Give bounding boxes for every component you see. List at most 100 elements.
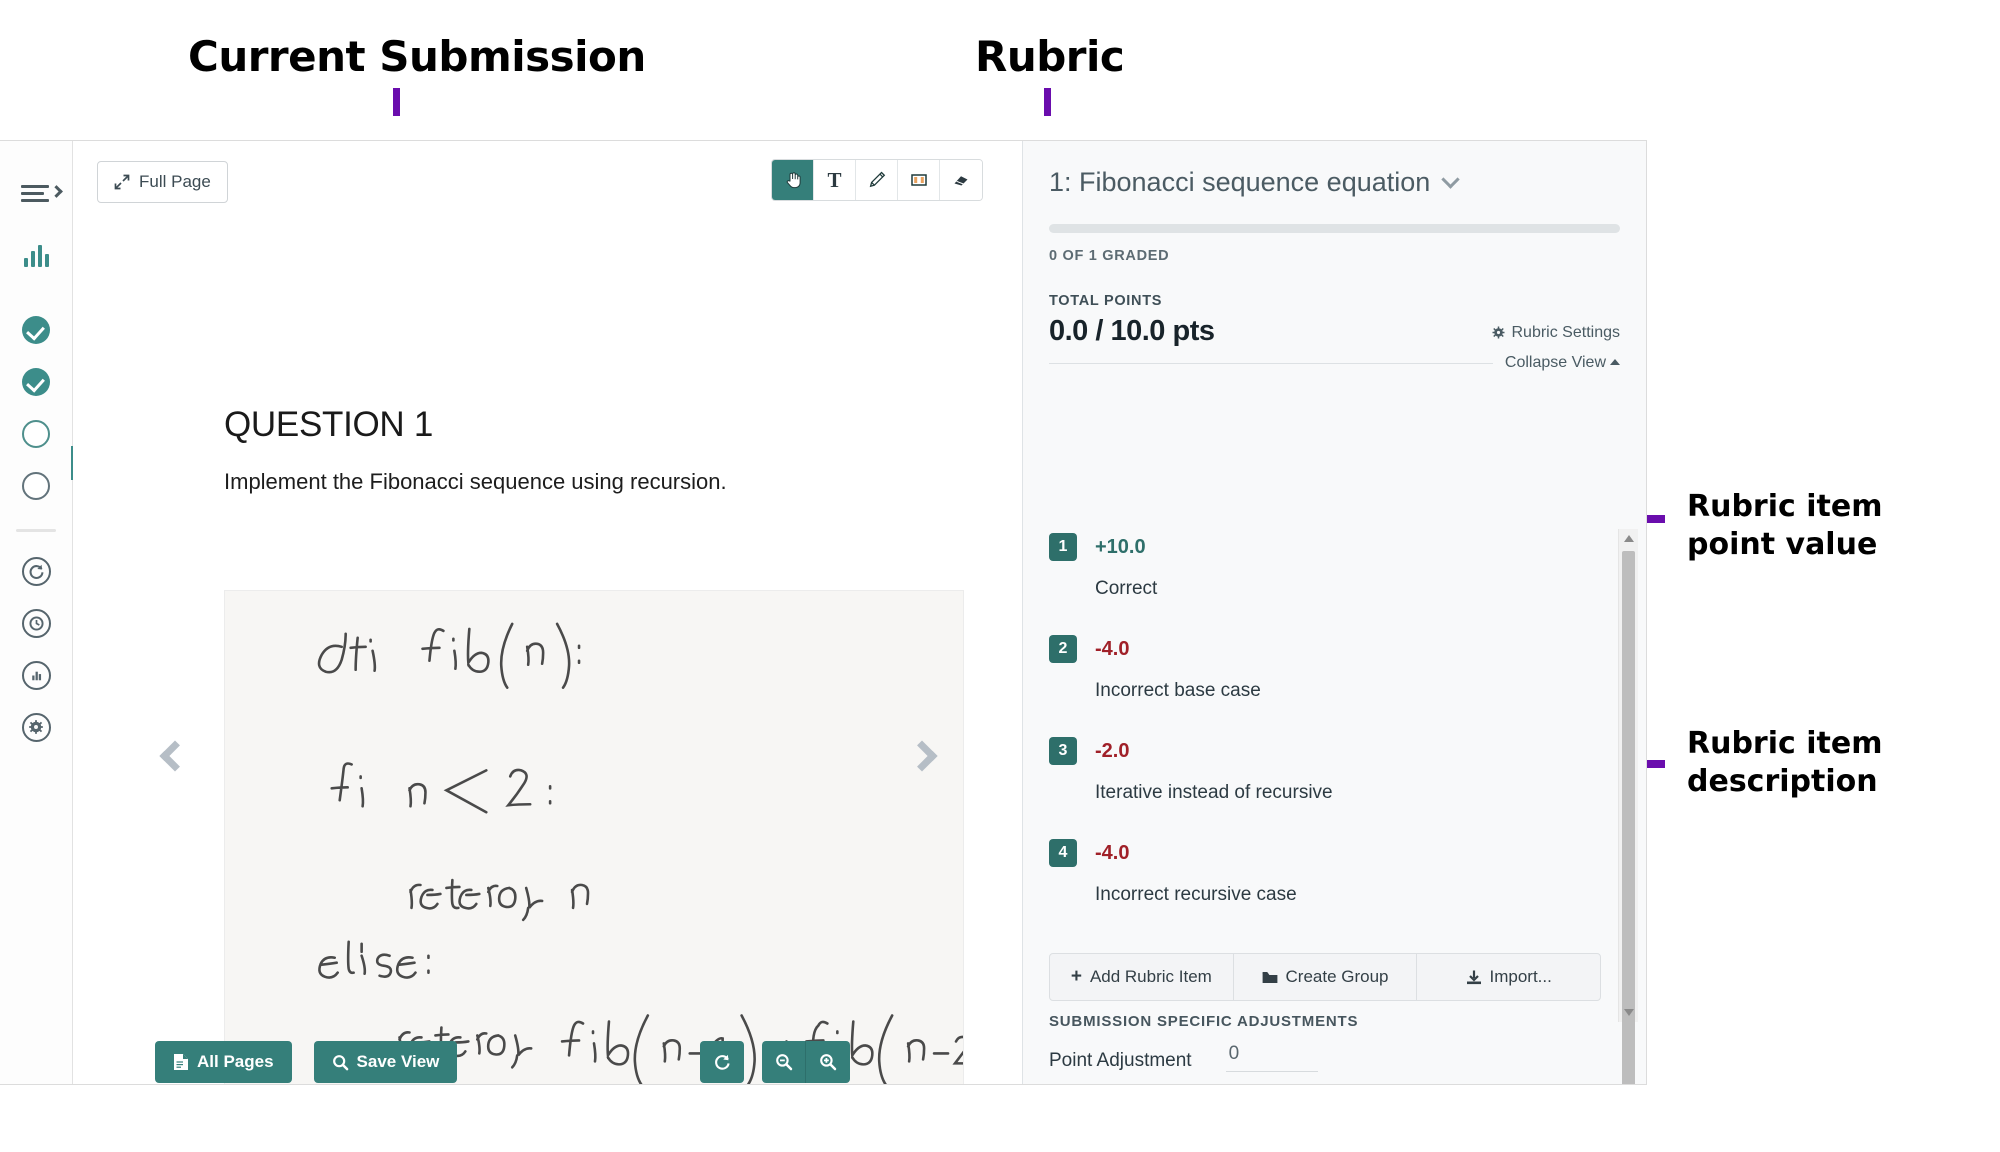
eraser-tool-button[interactable] [940, 160, 982, 200]
scrollbar-up-arrow-icon[interactable] [1624, 535, 1634, 542]
rubric-item-points: -2.0 [1095, 739, 1130, 762]
rubric-question-title: 1: Fibonacci sequence equation [1049, 167, 1431, 197]
statistics-icon[interactable] [13, 233, 59, 279]
text-tool-icon: T [827, 167, 842, 192]
rubric-item-index: 1 [1049, 533, 1077, 561]
rubric-item-description: Iterative instead of recursive [1095, 782, 1333, 803]
all-pages-button[interactable]: All Pages [155, 1041, 292, 1083]
rotate-button[interactable] [700, 1041, 744, 1083]
submission-adjustments-header: SUBMISSION SPECIFIC ADJUSTMENTS [1049, 1013, 1359, 1030]
rubric-item-description: Correct [1095, 578, 1158, 599]
rubric-item-index: 4 [1049, 839, 1077, 867]
next-page-chevron[interactable] [906, 731, 947, 785]
rubric-item[interactable]: 2 -4.0 Incorrect base case [1049, 635, 1620, 702]
callout-title-rubric: Rubric [975, 32, 1125, 81]
previous-page-chevron[interactable] [158, 731, 194, 785]
rubric-item[interactable]: 4 -4.0 Incorrect recursive case [1049, 839, 1620, 906]
viewer-left-actions: All Pages Save View [155, 1041, 458, 1083]
callout-tick-left [393, 88, 400, 116]
point-adjustment-label: Point Adjustment [1049, 1050, 1192, 1071]
import-rubric-label: Import... [1489, 967, 1552, 986]
gear-icon [1492, 326, 1504, 339]
rotate-icon [714, 1054, 730, 1070]
columns-icon [910, 174, 927, 186]
rubric-header: 1: Fibonacci sequence equation 0 OF 1 GR… [1023, 141, 1646, 372]
add-rubric-item-button[interactable]: + Add Rubric Item [1050, 954, 1234, 1000]
settings-gear-icon[interactable] [13, 704, 59, 750]
scrollbar-thumb[interactable] [1622, 551, 1635, 1084]
all-pages-label: All Pages [197, 1052, 274, 1071]
graded-check-icon-2[interactable] [13, 359, 59, 405]
question-title: QUESTION 1 [224, 405, 433, 444]
rubric-items-list: 1 +10.0 Correct 2 -4.0 Incorrect base ca… [1023, 533, 1646, 1024]
total-points-label: TOTAL POINTS [1049, 293, 1163, 309]
callout-title-current-submission: Current Submission [188, 32, 646, 81]
zoom-out-button[interactable] [762, 1041, 806, 1083]
full-page-label: Full Page [139, 172, 211, 191]
save-view-label: Save View [356, 1052, 440, 1071]
viewer-right-actions [700, 1041, 850, 1083]
save-view-button[interactable]: Save View [313, 1041, 458, 1083]
history-clock-icon[interactable] [13, 600, 59, 646]
chevron-down-icon [1441, 170, 1460, 189]
pointer-tool-button[interactable] [772, 160, 814, 200]
rail-divider [16, 529, 56, 532]
download-icon [1466, 970, 1481, 984]
hand-pointer-icon [786, 172, 801, 189]
graded-status: 0 OF 1 GRADED [1049, 248, 1170, 264]
graded-check-icon-1[interactable] [13, 307, 59, 353]
full-page-button[interactable]: Full Page [97, 161, 228, 203]
menu-expand-icon[interactable] [13, 171, 63, 217]
zoom-in-button[interactable] [806, 1041, 850, 1083]
zoom-in-icon [820, 1054, 837, 1071]
rubric-scrollbar[interactable] [1618, 529, 1638, 1084]
left-icon-rail [0, 141, 73, 1084]
collapse-view-button[interactable]: Collapse View [1505, 354, 1620, 372]
import-rubric-button[interactable]: Import... [1417, 954, 1600, 1000]
annotation-toolbar: T [771, 159, 983, 201]
rubric-item-index: 3 [1049, 737, 1077, 765]
expand-icon [114, 174, 130, 190]
total-points-value: 0.0 / 10.0 pts [1049, 315, 1215, 347]
collapse-view-label: Collapse View [1504, 354, 1606, 371]
callout-label-point-value: Rubric item point value [1687, 489, 1883, 563]
rubric-item[interactable]: 1 +10.0 Correct [1049, 533, 1620, 600]
gradescope-app-window: Full Page T QUESTION 1 Implement the Fib… [0, 140, 1647, 1085]
point-adjustment-input[interactable]: 0 [1225, 1043, 1318, 1072]
rubric-item-index: 2 [1049, 635, 1077, 663]
add-rubric-item-label: Add Rubric Item [1089, 967, 1212, 986]
document-icon [174, 1054, 188, 1070]
callout-tick-right [1044, 88, 1051, 116]
rubric-item-description: Incorrect base case [1095, 680, 1261, 701]
eraser-icon [954, 176, 968, 186]
rubric-item-description: Incorrect recursive case [1095, 884, 1297, 905]
scrollbar-down-arrow-icon[interactable] [1624, 1009, 1634, 1016]
rubric-item-points: -4.0 [1095, 841, 1130, 864]
pen-tool-button[interactable] [856, 160, 898, 200]
text-tool-button[interactable]: T [814, 160, 856, 200]
folder-icon [1262, 971, 1277, 983]
ungraded-circle-icon-1[interactable] [13, 411, 59, 457]
submission-scan-image[interactable] [224, 590, 964, 1084]
screenshot-root: Current Submission Rubric Rubric item po… [0, 0, 2000, 1152]
rubric-settings-button[interactable]: Rubric Settings [1491, 323, 1621, 342]
collapse-rule [1049, 362, 1493, 364]
box-tool-button[interactable] [898, 160, 940, 200]
regrade-icon[interactable] [13, 548, 59, 594]
create-group-button[interactable]: Create Group [1234, 954, 1418, 1000]
rubric-question-selector[interactable]: 1: Fibonacci sequence equation [1049, 167, 1620, 198]
zoom-out-icon [775, 1054, 792, 1071]
plus-icon: + [1070, 966, 1082, 987]
rubric-pane: 1: Fibonacci sequence equation 0 OF 1 GR… [1022, 141, 1646, 1084]
rubric-settings-label: Rubric Settings [1511, 323, 1621, 341]
pencil-icon [869, 171, 885, 188]
question-description: Implement the Fibonacci sequence using r… [224, 469, 727, 494]
search-icon [332, 1054, 348, 1070]
callout-label-description: Rubric item description [1687, 726, 1883, 800]
rubric-item[interactable]: 3 -2.0 Iterative instead of recursive [1049, 737, 1620, 804]
rubric-action-buttons: + Add Rubric Item Create Group Import... [1049, 953, 1601, 1001]
handwritten-code [225, 591, 963, 1084]
caret-up-icon [1610, 359, 1620, 365]
analytics-icon[interactable] [13, 652, 59, 698]
ungraded-circle-icon-2[interactable] [13, 463, 59, 509]
